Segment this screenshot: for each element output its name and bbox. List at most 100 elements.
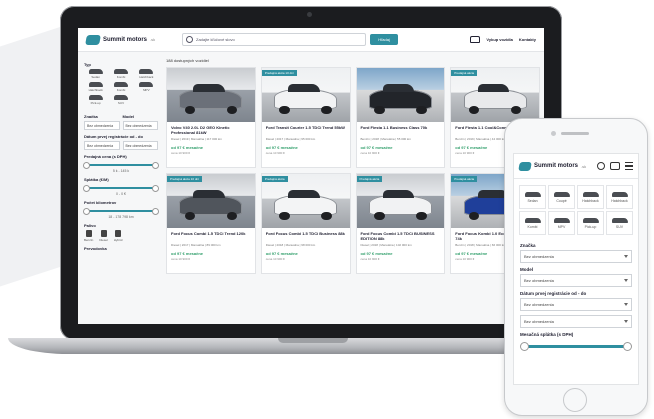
body-type-option[interactable]: Hatchback xyxy=(606,185,633,209)
monthly-slider[interactable] xyxy=(83,185,159,192)
car-icon xyxy=(470,36,481,43)
car-specs: Benzín | 2018 | Manuálna | 55 000 km xyxy=(360,137,412,141)
make-label: Značka xyxy=(520,243,536,248)
fuel-pump-icon xyxy=(85,230,92,237)
body-type-option[interactable]: Hatchback xyxy=(135,69,158,79)
slider-handle[interactable] xyxy=(83,162,90,169)
brand-name[interactable]: Summit motors xyxy=(534,163,578,169)
nav-contact-link[interactable]: Kontakty xyxy=(519,37,536,42)
search-input[interactable]: Zadajte kľúčové slovo xyxy=(196,37,365,42)
car-total-price: cena 10 900 € xyxy=(265,151,285,155)
car-photo: Predajná akcia xyxy=(356,174,445,228)
filter-year-label: Dátum prvej registrácie od - do xyxy=(84,134,143,139)
car-card[interactable]: Predajná akcia Ford Focus Combi 1.5 TDCi … xyxy=(355,173,446,274)
filter-transmission-label: Prevodovka xyxy=(84,246,107,251)
make-select[interactable]: Bez obmedzenia xyxy=(84,121,120,130)
nav-sell-link[interactable]: Vykup vozidla xyxy=(486,37,513,42)
body-type-option[interactable]: Hatchback xyxy=(577,185,604,209)
site-logo[interactable]: Summit motors .sk xyxy=(85,34,182,45)
body-type-option[interactable]: Sedan xyxy=(519,185,546,209)
body-type-option[interactable]: MPV xyxy=(135,82,158,92)
car-icon[interactable] xyxy=(610,162,620,170)
body-type-option[interactable]: Hatchback xyxy=(84,82,107,92)
car-photo xyxy=(356,68,445,122)
car-icon xyxy=(113,95,128,100)
body-type-option[interactable]: MPV xyxy=(548,211,575,235)
fuel-option[interactable]: Benzín xyxy=(84,230,93,242)
car-card[interactable]: Predajná akcia 10 dní Ford Focus Combi 1.… xyxy=(166,173,256,274)
car-title[interactable]: Volvo V40 2.0L D2 GEO Kinetic Profession… xyxy=(167,122,255,136)
car-title[interactable]: Ford Focus Combi 1.5 TDCi BUSINESS EDITI… xyxy=(357,228,445,242)
fuel-options: Benzín Diesel Hybrid xyxy=(84,230,158,242)
slider-handle[interactable] xyxy=(520,342,529,351)
menu-icon[interactable] xyxy=(625,162,633,170)
car-specs: Diesel | 2017 | Manuálna | 89 000 km xyxy=(171,243,221,247)
car-photo: Predajná akcia 10 dní xyxy=(261,68,350,122)
car-card[interactable]: Volvo V40 2.0L D2 GEO Kinetic Profession… xyxy=(166,67,256,168)
car-icon xyxy=(88,82,103,87)
car-title[interactable]: Ford Focus Combi 1.5 TDCi Business 88k xyxy=(262,228,350,242)
year-to-select[interactable]: Bez obmedzenia xyxy=(520,315,632,328)
slider-handle[interactable] xyxy=(152,208,159,215)
car-card[interactable]: Predajná akcia Ford Focus Combi 1.5 TDCi … xyxy=(260,173,351,274)
chevron-down-icon xyxy=(624,320,628,323)
promo-badge: Predajná akcia xyxy=(451,70,478,76)
slider-handle[interactable] xyxy=(623,342,632,351)
promo-badge: Predajná akcia 10 dní xyxy=(261,70,297,76)
chevron-down-icon xyxy=(624,255,628,258)
slider-handle[interactable] xyxy=(152,162,159,169)
km-slider[interactable] xyxy=(83,208,159,215)
body-type-option[interactable]: SUV xyxy=(606,211,633,235)
car-specs: Diesel | 2018 | Manuálna | 98 000 km xyxy=(265,243,316,247)
body-type-option[interactable]: SUV xyxy=(109,95,132,105)
search-icon[interactable] xyxy=(597,162,605,170)
promo-badge: Predajná akcia xyxy=(451,176,478,182)
km-range-value: 18 - 178 798 km xyxy=(108,215,134,219)
car-card[interactable]: Ford Fiesta 1.1 Business Class 70k Benzín… xyxy=(355,67,446,168)
body-type-option[interactable]: Coupé xyxy=(548,185,575,209)
car-photo xyxy=(167,68,255,122)
result-count: 188 dostupných vozidiel xyxy=(166,58,209,63)
make-select[interactable]: Bez obmedzenia xyxy=(520,250,632,263)
fuel-option[interactable]: Diesel xyxy=(99,230,108,242)
car-icon xyxy=(113,82,128,87)
search-button[interactable]: Hľadaj xyxy=(370,34,398,45)
monthly-price-label: Mesačná splátka (s DPH) xyxy=(520,332,574,337)
car-icon xyxy=(524,191,541,197)
body-type-option[interactable]: Kombi xyxy=(109,82,132,92)
body-type-option[interactable]: Kombi xyxy=(519,211,546,235)
car-title[interactable]: Ford Transit Courier 1.5 TDCi Trend 55kW xyxy=(262,122,350,136)
mobile-header: Summit motors .sk xyxy=(514,154,638,179)
model-select[interactable]: Bez obmedzenia xyxy=(122,121,158,130)
search-box: Zadajte kľúčové slovo xyxy=(182,33,366,46)
fuel-option[interactable]: Hybrid xyxy=(114,230,122,242)
slider-handle[interactable] xyxy=(83,208,90,215)
slider-handle[interactable] xyxy=(152,185,159,192)
monthly-price-slider[interactable] xyxy=(520,342,632,351)
logo-icon xyxy=(518,161,532,171)
price-slider[interactable] xyxy=(83,162,159,169)
body-type-option[interactable]: Sedan xyxy=(84,69,107,79)
car-card[interactable]: Predajná akcia 10 dní Ford Transit Courie… xyxy=(260,67,351,168)
car-total-price: cena 10 900 € xyxy=(171,151,191,155)
car-total-price: cena 10 900 € xyxy=(360,257,380,261)
year-from-select[interactable]: Bez obmedzenia xyxy=(520,298,632,311)
car-monthly-price: od 97 € mesačne xyxy=(360,145,393,150)
home-button xyxy=(563,388,587,412)
car-title[interactable]: Ford Focus Combi 1.5 TDCi Trend 120k xyxy=(167,228,255,242)
promo-badge: Predajná akcia 10 dní xyxy=(167,176,203,182)
filter-model-label: Model xyxy=(122,114,135,119)
camera xyxy=(307,12,312,17)
year-from-select[interactable]: Bez obmedzenia xyxy=(84,141,120,150)
brand-suffix: .sk xyxy=(581,163,587,169)
year-to-select[interactable]: Bez obmedzenia xyxy=(122,141,158,150)
promo-badge: Predajná akcia xyxy=(356,176,383,182)
body-type-option[interactable]: Pick-up xyxy=(84,95,107,105)
model-select[interactable]: Bez obmedzenia xyxy=(520,274,632,287)
laptop-notch xyxy=(278,338,348,343)
car-monthly-price: od 97 € mesačne xyxy=(171,251,204,256)
slider-handle[interactable] xyxy=(83,185,90,192)
body-type-option[interactable]: Kombi xyxy=(109,69,132,79)
body-type-option[interactable]: Pick-up xyxy=(577,211,604,235)
car-title[interactable]: Ford Fiesta 1.1 Business Class 70k xyxy=(357,122,445,136)
